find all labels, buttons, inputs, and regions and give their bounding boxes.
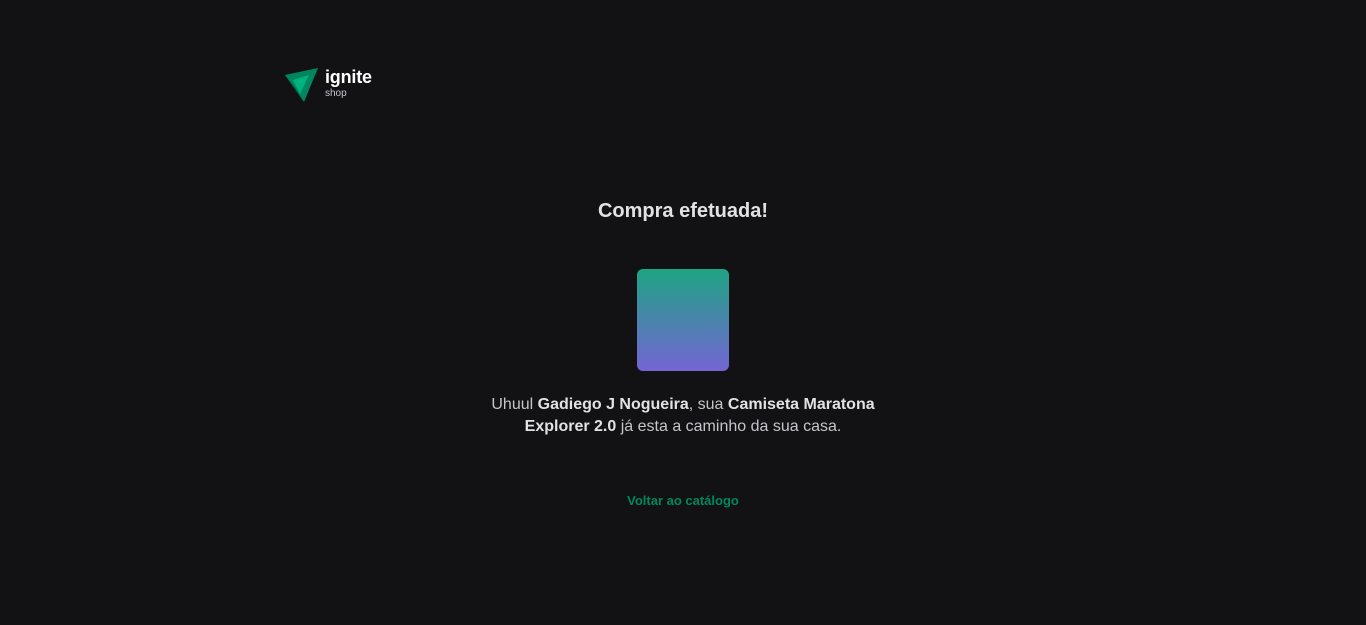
success-container: Compra efetuada! Uhuul Gadiego J Nogueir… bbox=[0, 0, 1366, 625]
back-to-catalog-link[interactable]: Voltar ao catálogo bbox=[0, 493, 1366, 508]
customer-name: Gadiego J Nogueira bbox=[537, 396, 689, 413]
message-middle: , sua bbox=[688, 396, 728, 413]
product-image bbox=[637, 269, 729, 371]
back-to-catalog-label[interactable]: Voltar ao catálogo bbox=[627, 493, 739, 508]
message-ending: já esta a caminho da sua casa. bbox=[616, 418, 842, 435]
message-greeting: Uhuul bbox=[491, 396, 538, 413]
page-title: Compra efetuada! bbox=[597, 200, 769, 222]
success-message: Uhuul Gadiego J Nogueira, sua Camiseta M… bbox=[483, 394, 883, 438]
